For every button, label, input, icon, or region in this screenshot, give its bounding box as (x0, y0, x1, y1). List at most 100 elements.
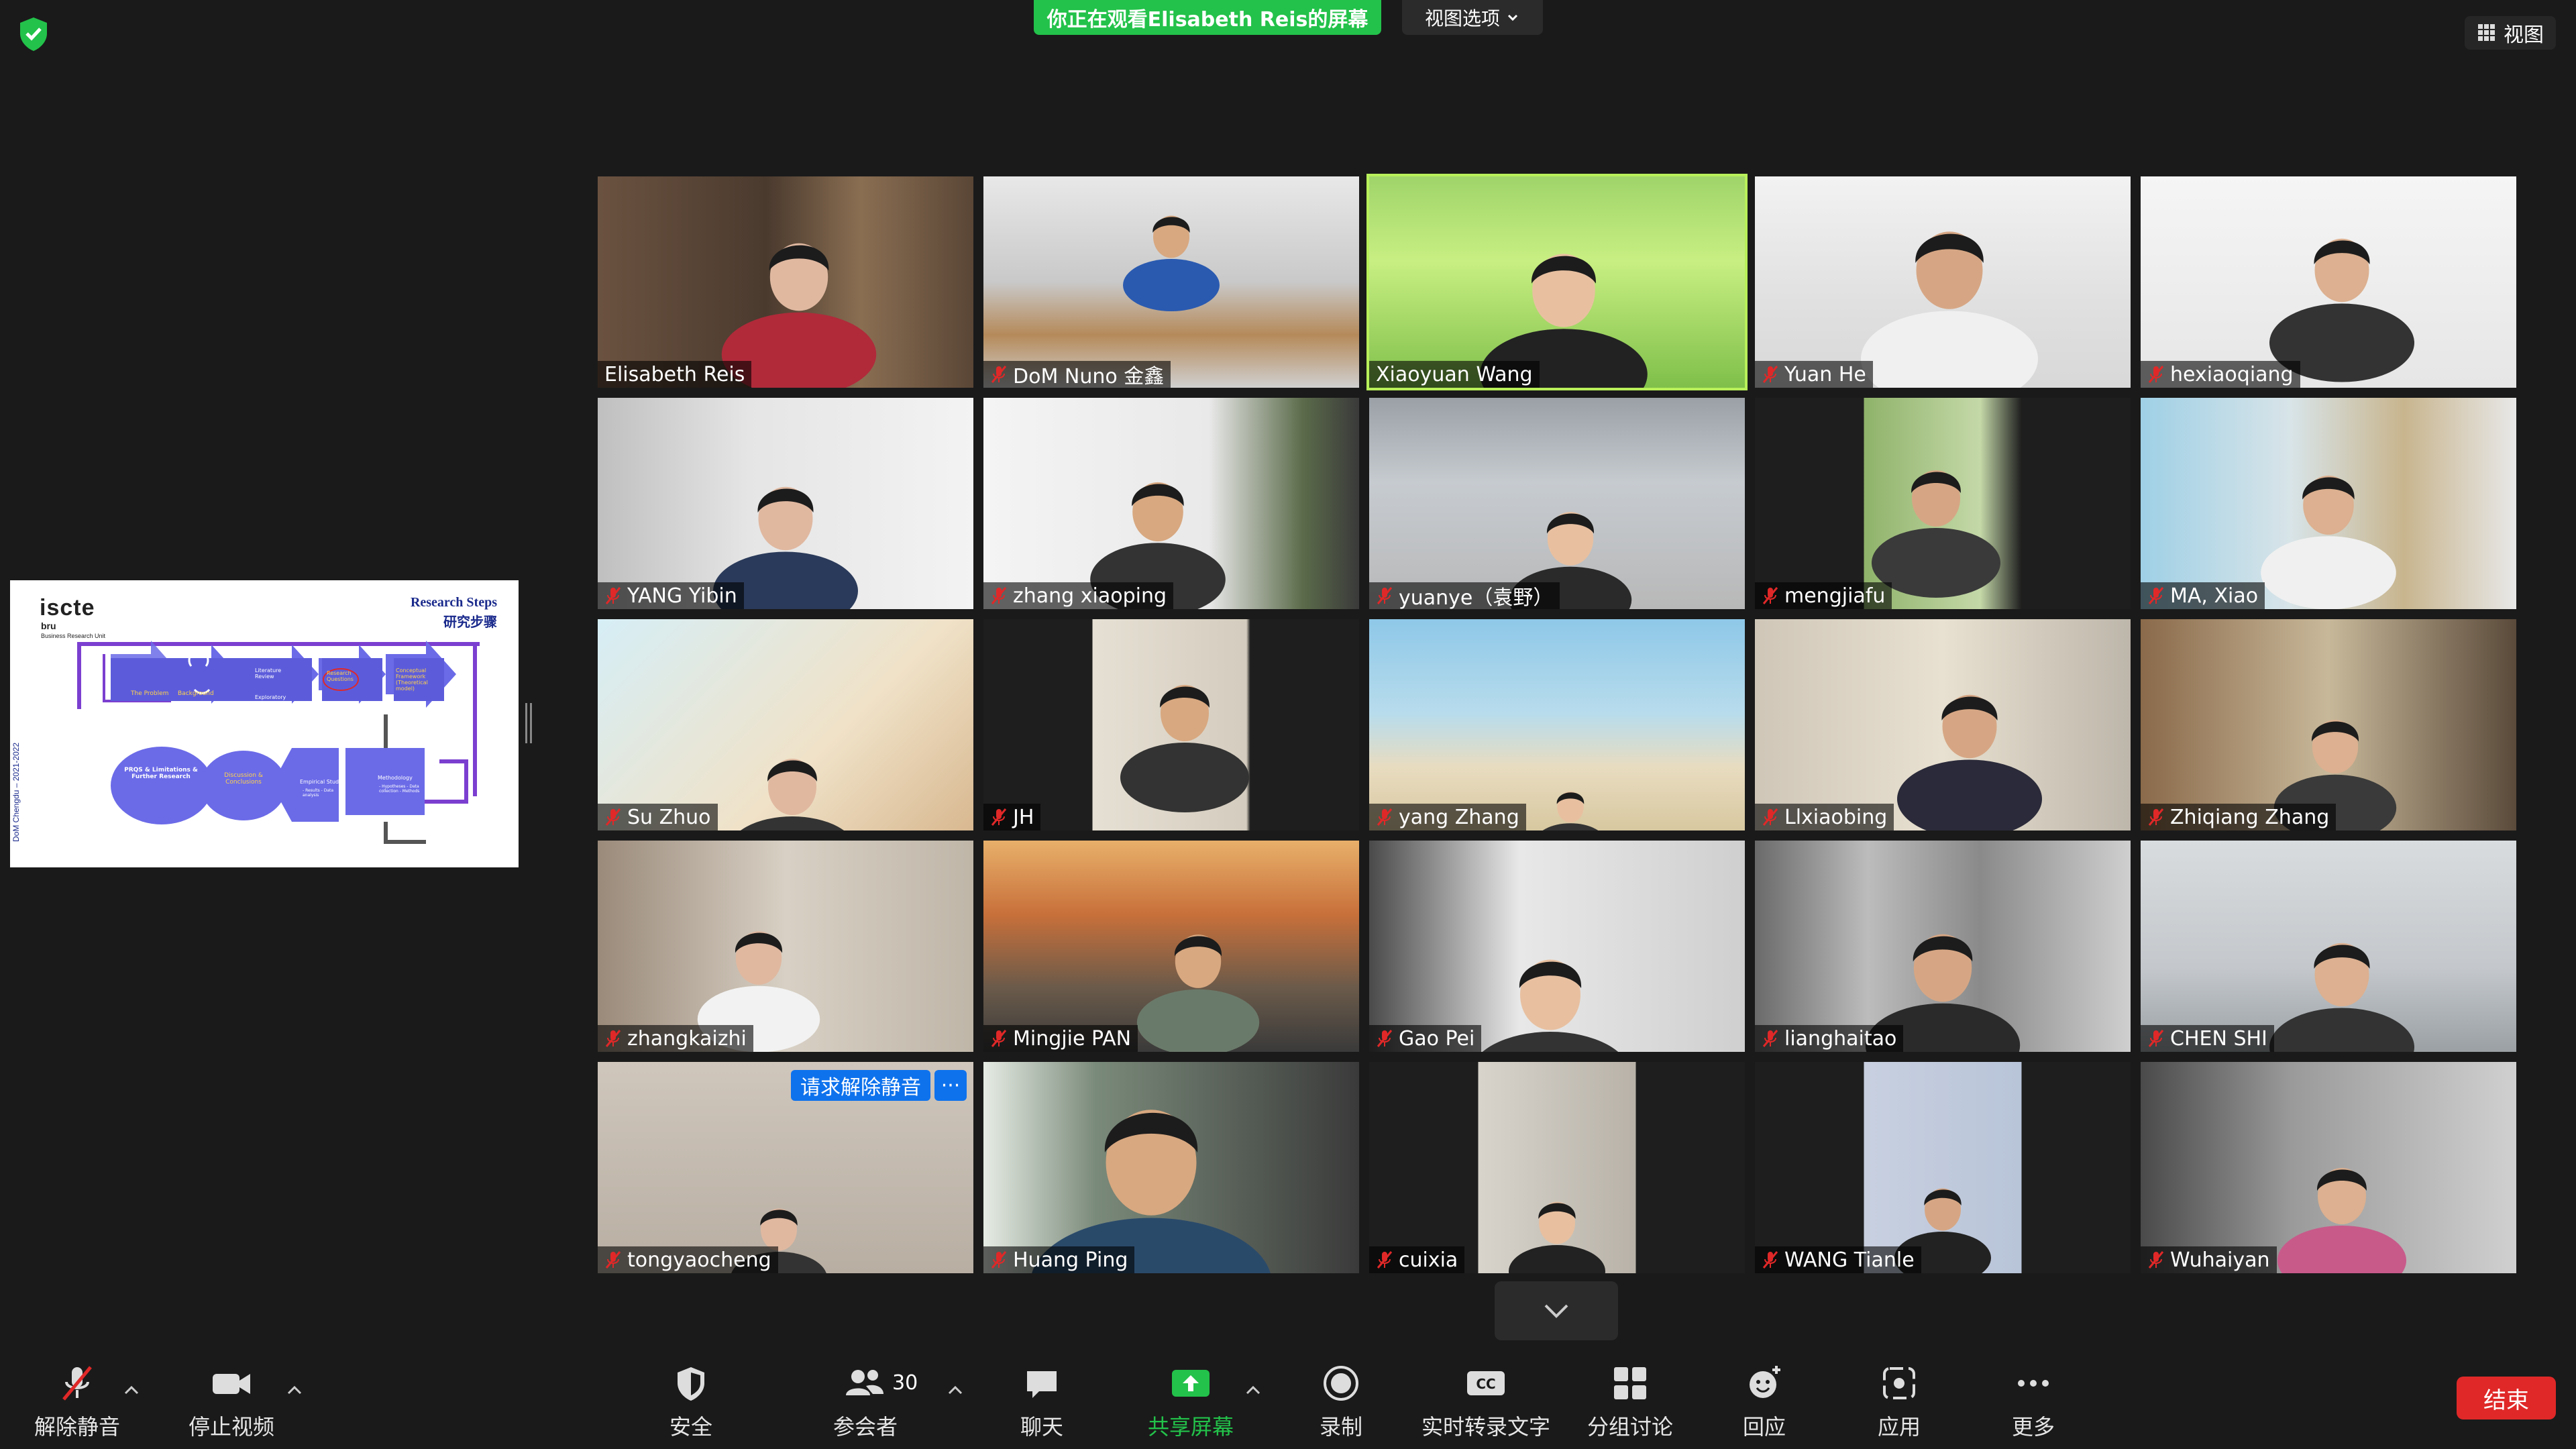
view-button[interactable]: 视图 (2465, 16, 2556, 50)
video-tile[interactable]: hexiaoqiang (2141, 176, 2516, 388)
box-methodology: Methodology (378, 775, 413, 781)
participant-nameplate: yuanye（袁野） (1369, 582, 1560, 609)
video-tile[interactable]: WANG Tianle (1755, 1062, 2131, 1273)
participant-name: zhangkaizhi (627, 1026, 747, 1051)
apps-button[interactable]: 应用 (1856, 1363, 1943, 1444)
participant-name: Su Zhuo (627, 805, 711, 829)
video-tile[interactable]: Elisabeth Reis (598, 176, 973, 388)
video-tile[interactable]: zhang xiaoping (983, 398, 1359, 609)
shared-screen-thumbnail[interactable]: iscte bru Business Research Unit Researc… (10, 580, 519, 867)
collapse-gallery-button[interactable] (1495, 1281, 1618, 1340)
video-tile[interactable]: Zhiqiang Zhang (2141, 619, 2516, 830)
more-button[interactable]: 更多 (1990, 1363, 2077, 1444)
participant-nameplate: lianghaitao (1755, 1025, 1904, 1052)
video-tile[interactable]: Huang Ping (983, 1062, 1359, 1273)
video-tile[interactable]: Gao Pei (1369, 841, 1745, 1052)
participant-nameplate: CHEN SHI (2141, 1025, 2274, 1052)
video-tile[interactable]: Wuhaiyan (2141, 1062, 2516, 1273)
panel-splitter[interactable] (525, 703, 532, 743)
unmute-button[interactable]: 解除静音 (34, 1363, 121, 1444)
video-tile[interactable]: Yuan He (1755, 176, 2131, 388)
participants-count: 30 (892, 1371, 918, 1395)
video-tile[interactable]: Mingjie PAN (983, 841, 1359, 1052)
video-tile[interactable]: Llxiaobing (1755, 619, 2131, 830)
participant-name: Zhiqiang Zhang (2170, 805, 2330, 829)
participant-name: Elisabeth Reis (604, 362, 745, 386)
video-tile[interactable]: lianghaitao (1755, 841, 2131, 1052)
participant-video (1872, 470, 2000, 598)
participant-video (1120, 685, 1249, 812)
chevron-down-icon (1507, 14, 1518, 21)
breakout-rooms-icon (1614, 1367, 1646, 1399)
record-button[interactable]: 录制 (1297, 1363, 1385, 1444)
muted-microphone-icon (1762, 1030, 1778, 1047)
record-icon (1324, 1366, 1358, 1401)
video-tile[interactable]: Su Zhuo (598, 619, 973, 830)
breakout-rooms-button[interactable]: 分组讨论 (1583, 1363, 1677, 1444)
breakout-rooms-label: 分组讨论 (1587, 1414, 1673, 1440)
video-camera-icon (213, 1374, 250, 1394)
participant-video (713, 486, 858, 609)
video-tile[interactable]: yang Zhang (1369, 619, 1745, 830)
participant-video (2269, 943, 2414, 1052)
box-lit-review: Literature Review (255, 667, 282, 680)
grid-icon (2478, 24, 2495, 41)
share-screen-icon (1172, 1370, 1210, 1397)
ellipsis-icon (2018, 1380, 2049, 1387)
bru-logo: bru (41, 621, 56, 631)
participant-name: YANG Yibin (627, 584, 737, 608)
participant-nameplate: zhang xiaoping (983, 582, 1173, 609)
chevron-up-icon[interactable] (122, 1383, 141, 1397)
reactions-label: 回应 (1742, 1414, 1786, 1440)
participant-nameplate: cuixia (1369, 1246, 1465, 1273)
tile-more-button[interactable]: ··· (934, 1070, 967, 1101)
participant-nameplate: DoM Nuno 金鑫 (983, 361, 1171, 388)
participant-nameplate: Su Zhuo (598, 804, 718, 830)
shield-icon (678, 1367, 704, 1401)
view-options-label: 视图选项 (1424, 7, 1500, 30)
video-tile[interactable]: zhangkaizhi (598, 841, 973, 1052)
video-tile[interactable]: mengjiafu (1755, 398, 2131, 609)
participant-video (1509, 1201, 1605, 1273)
muted-microphone-icon (1762, 808, 1778, 826)
slide-title: Research Steps (410, 595, 497, 610)
participant-name: mengjiafu (1784, 584, 1886, 608)
video-tile[interactable]: DoM Nuno 金鑫 (983, 176, 1359, 388)
chat-button[interactable]: 聊天 (998, 1363, 1085, 1444)
participant-nameplate: Huang Ping (983, 1246, 1135, 1273)
security-shield-icon[interactable] (13, 13, 54, 54)
request-unmute-button[interactable]: 请求解除静音 (791, 1070, 930, 1101)
apps-icon (1883, 1367, 1915, 1399)
muted-microphone-icon (1762, 587, 1778, 604)
participant-name: zhang xiaoping (1013, 584, 1167, 608)
video-tile[interactable]: CHEN SHI (2141, 841, 2516, 1052)
security-button[interactable]: 安全 (647, 1363, 735, 1444)
chevron-up-icon[interactable] (1244, 1383, 1263, 1397)
view-options-dropdown[interactable]: 视图选项 (1402, 0, 1543, 35)
security-label: 安全 (669, 1414, 712, 1440)
participant-name: tongyaocheng (627, 1248, 771, 1272)
share-screen-button[interactable]: 共享屏幕 (1147, 1363, 1234, 1444)
participant-video (1123, 215, 1220, 311)
live-transcript-button[interactable]: CC 实时转录文字 (1415, 1363, 1556, 1444)
reactions-button[interactable]: 回应 (1721, 1363, 1808, 1444)
chevron-up-icon[interactable] (946, 1383, 965, 1397)
muted-microphone-icon (991, 1030, 1007, 1047)
video-tile[interactable]: MA, Xiao (2141, 398, 2516, 609)
video-tile[interactable]: yuanye（袁野） (1369, 398, 1745, 609)
video-tile[interactable]: Xiaoyuan Wang (1366, 174, 1748, 390)
muted-microphone-icon (991, 587, 1007, 604)
participant-name: cuixia (1399, 1248, 1458, 1272)
stop-video-button[interactable]: 停止视频 (188, 1363, 275, 1444)
end-meeting-button[interactable]: 结束 (2457, 1377, 2556, 1419)
participant-nameplate: Yuan He (1755, 361, 1873, 388)
chevron-up-icon[interactable] (285, 1383, 304, 1397)
participant-video (1482, 959, 1619, 1052)
muted-microphone-icon (991, 808, 1007, 826)
participant-name: WANG Tianle (1784, 1248, 1915, 1272)
video-tile[interactable]: cuixia (1369, 1062, 1745, 1273)
video-tile[interactable]: YANG Yibin (598, 398, 973, 609)
video-tile[interactable]: JH (983, 619, 1359, 830)
box-conceptual: Conceptual Framework (Theoretical model) (396, 667, 428, 692)
video-tile[interactable]: 请求解除静音 ··· tongyaocheng (598, 1062, 973, 1273)
